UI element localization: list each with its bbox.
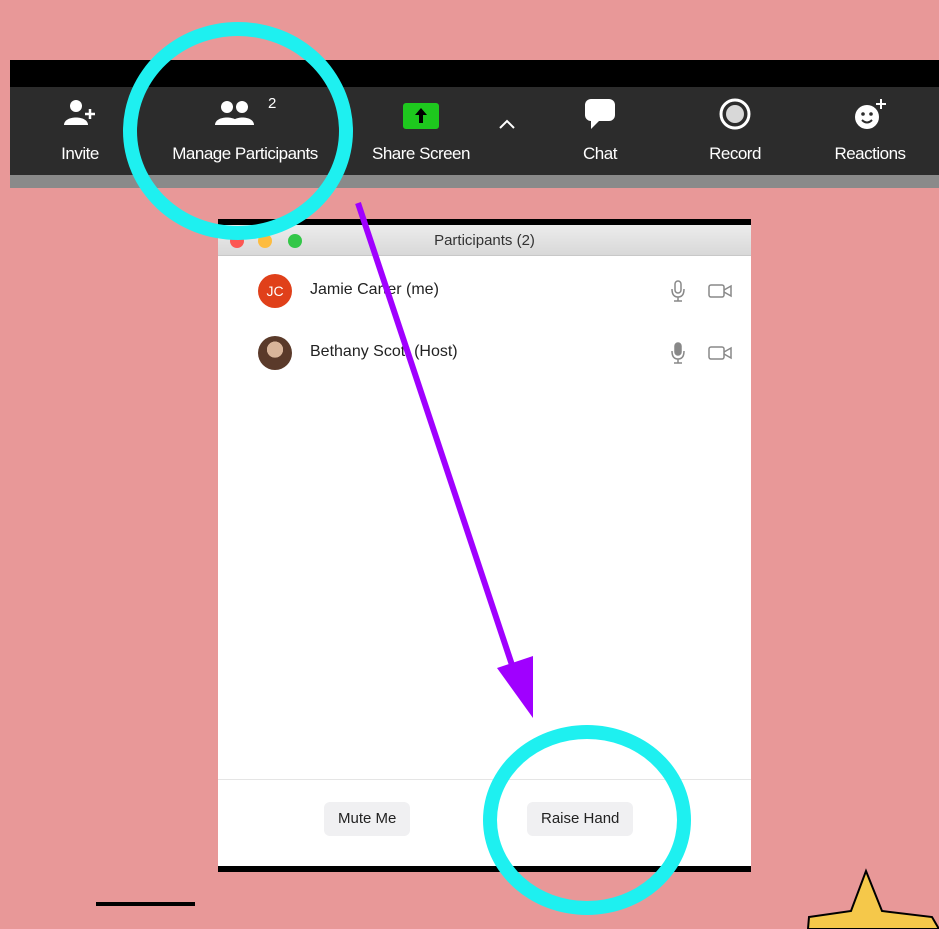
purple-arrow	[355, 202, 533, 718]
star-icon	[806, 868, 939, 929]
annotation-overlay	[96, 202, 939, 929]
